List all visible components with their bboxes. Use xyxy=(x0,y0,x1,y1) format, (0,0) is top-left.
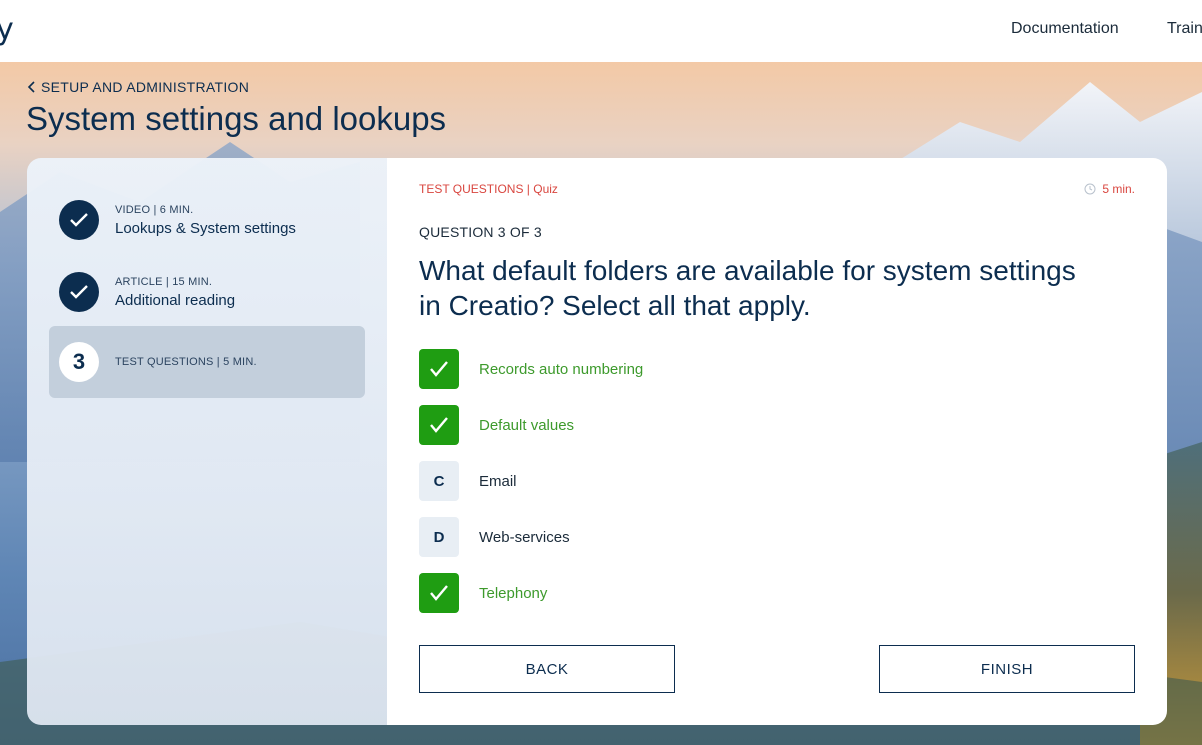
sidebar-step-test-questions[interactable]: 3 TEST QUESTIONS | 5 MIN. xyxy=(49,326,365,398)
answer-option-a[interactable]: Records auto numbering xyxy=(419,349,643,389)
option-checkbox[interactable] xyxy=(419,405,459,445)
step-title: Lookups & System settings xyxy=(115,219,296,237)
checkmark-icon xyxy=(70,213,88,227)
finish-button[interactable]: FINISH xyxy=(879,645,1135,693)
step-text: VIDEO | 6 MIN. Lookups & System settings xyxy=(115,204,296,237)
step-text: TEST QUESTIONS | 5 MIN. xyxy=(115,356,257,368)
quiz-panel: TEST QUESTIONS | Quiz 5 min. QUESTION 3 … xyxy=(387,158,1167,725)
checkmark-icon xyxy=(430,417,448,433)
checkmark-icon xyxy=(430,361,448,377)
step-number-badge: 3 xyxy=(59,342,99,382)
course-card: VIDEO | 6 MIN. Lookups & System settings… xyxy=(27,158,1167,725)
chevron-left-icon xyxy=(27,81,35,93)
page-title: System settings and lookups xyxy=(26,100,447,137)
step-complete-badge xyxy=(59,272,99,312)
option-checkbox[interactable] xyxy=(419,349,459,389)
answer-option-b[interactable]: Default values xyxy=(419,405,574,445)
top-header: y Documentation Train xyxy=(0,0,1202,62)
answer-option-e[interactable]: Telephony xyxy=(419,573,547,613)
option-label: Default values xyxy=(479,416,575,434)
option-letter-box[interactable]: D xyxy=(419,517,459,557)
sidebar-step-article[interactable]: ARTICLE | 15 MIN. Additional reading xyxy=(49,256,365,328)
quiz-duration: 5 min. xyxy=(1084,182,1135,196)
sidebar-step-video[interactable]: VIDEO | 6 MIN. Lookups & System settings xyxy=(49,184,365,256)
option-label: Telephony xyxy=(479,584,548,602)
breadcrumb[interactable]: SETUP AND ADMINISTRATION xyxy=(27,79,249,95)
checkmark-icon xyxy=(70,285,88,299)
nav-training[interactable]: Train xyxy=(1167,20,1202,38)
duration-label: 5 min. xyxy=(1102,182,1135,196)
step-meta: ARTICLE | 15 MIN. xyxy=(115,275,213,288)
step-title: Additional reading xyxy=(115,291,236,309)
back-button[interactable]: BACK xyxy=(419,645,675,693)
answer-option-d[interactable]: D Web-services xyxy=(419,517,570,557)
nav-documentation[interactable]: Documentation xyxy=(1011,20,1119,38)
breadcrumb-label: SETUP AND ADMINISTRATION xyxy=(41,79,250,95)
option-label: Records auto numbering xyxy=(479,360,644,378)
logo[interactable]: y xyxy=(0,12,14,47)
option-label: Email xyxy=(479,472,517,490)
question-counter: QUESTION 3 OF 3 xyxy=(419,224,542,240)
quiz-tag: TEST QUESTIONS | Quiz xyxy=(419,182,558,196)
step-meta: TEST QUESTIONS | 5 MIN. xyxy=(115,356,257,368)
option-label: Web-services xyxy=(479,528,570,546)
step-text: ARTICLE | 15 MIN. Additional reading xyxy=(115,276,235,309)
checkmark-icon xyxy=(430,585,448,601)
answer-option-c[interactable]: C Email xyxy=(419,461,517,501)
step-complete-badge xyxy=(59,200,99,240)
option-checkbox[interactable] xyxy=(419,573,459,613)
option-letter-box[interactable]: C xyxy=(419,461,459,501)
question-text: What default folders are available for s… xyxy=(419,255,1076,321)
clock-icon xyxy=(1084,183,1096,195)
step-meta: VIDEO | 6 MIN. xyxy=(115,203,194,216)
lesson-sidebar: VIDEO | 6 MIN. Lookups & System settings… xyxy=(27,158,387,725)
